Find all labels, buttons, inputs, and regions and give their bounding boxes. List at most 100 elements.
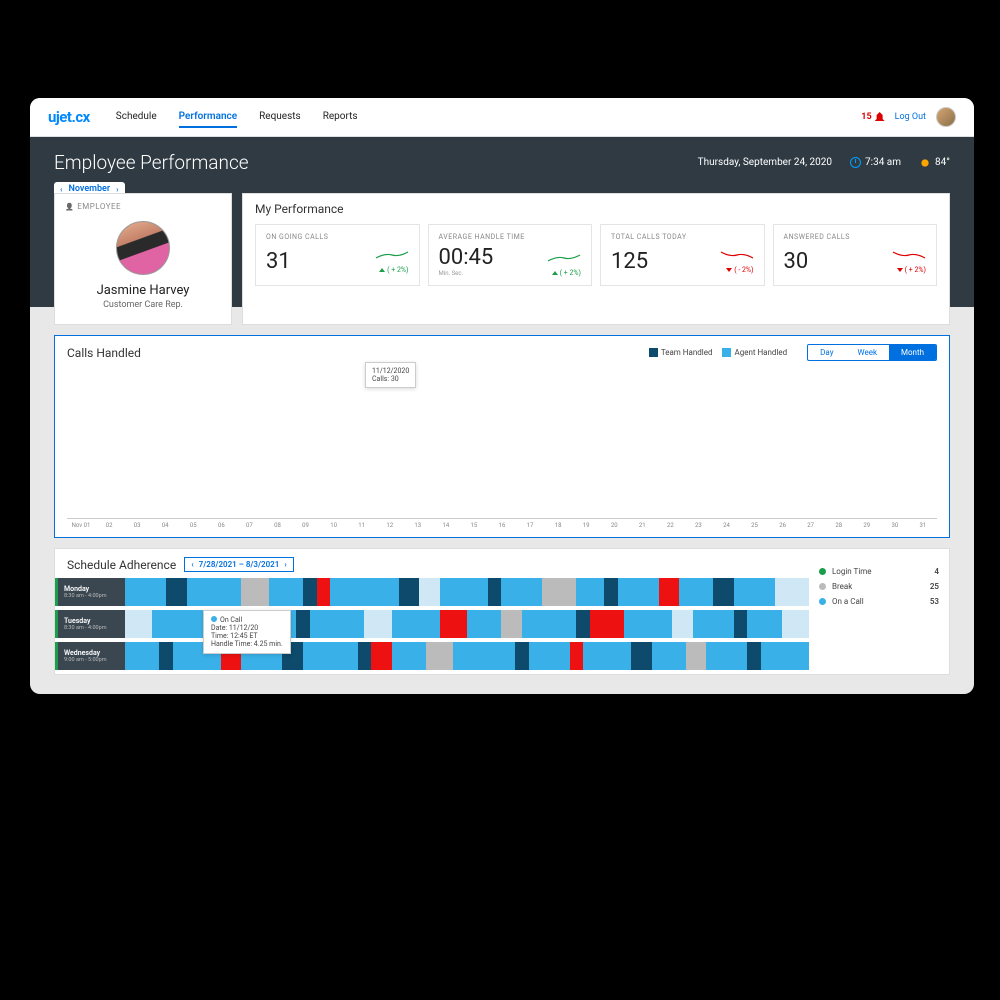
chart-tooltip: 11/12/2020 Calls: 30 [365, 362, 416, 388]
adherence-segment[interactable] [364, 610, 391, 638]
adherence-segment[interactable] [488, 578, 502, 606]
adherence-segment[interactable] [706, 642, 747, 670]
x-tick: 21 [628, 522, 656, 529]
adherence-segment[interactable] [187, 578, 242, 606]
legend-label: Break [832, 582, 852, 591]
adherence-segment[interactable] [734, 578, 775, 606]
adherence-segment[interactable] [590, 610, 624, 638]
adherence-segment[interactable] [576, 610, 590, 638]
adherence-segment[interactable] [542, 578, 576, 606]
adherence-segment[interactable] [624, 610, 672, 638]
sparkline-icon [892, 250, 926, 260]
adherence-segment[interactable] [583, 642, 631, 670]
adherence-segment[interactable] [782, 610, 809, 638]
nav-tab-requests[interactable]: Requests [259, 107, 301, 128]
adherence-segment[interactable] [296, 610, 310, 638]
adherence-segment[interactable] [159, 642, 173, 670]
adherence-segment[interactable] [604, 578, 618, 606]
x-tick: 02 [95, 522, 123, 529]
adherence-segment[interactable] [303, 642, 358, 670]
nav-tab-schedule[interactable]: Schedule [116, 107, 157, 128]
sparkline-icon [547, 253, 581, 263]
toggle-day[interactable]: Day [808, 345, 845, 360]
adherence-segment[interactable] [269, 578, 303, 606]
adherence-segment[interactable] [125, 578, 166, 606]
adherence-segment[interactable] [392, 610, 440, 638]
adherence-segment[interactable] [618, 578, 659, 606]
legend-row: Break 25 [819, 582, 939, 591]
employee-avatar[interactable] [116, 221, 170, 275]
logout-link[interactable]: Log Out [895, 112, 926, 122]
adherence-segment[interactable] [693, 610, 734, 638]
adherence-segment[interactable] [570, 642, 584, 670]
adherence-segment[interactable] [317, 578, 331, 606]
adherence-segment[interactable] [426, 642, 453, 670]
adherence-segment[interactable] [125, 610, 152, 638]
legend-dot-icon [819, 598, 826, 605]
adherence-segment[interactable] [358, 642, 372, 670]
adherence-segment[interactable] [747, 610, 781, 638]
adherence-row: Wednesday9:00 am - 5:00pm [55, 642, 809, 670]
adherence-segment[interactable] [310, 610, 365, 638]
adherence-segment[interactable] [303, 578, 317, 606]
x-tick: 29 [853, 522, 881, 529]
kpi-delta: ( + 2%) [375, 266, 409, 274]
x-tick: 15 [460, 522, 488, 529]
adherence-segment[interactable] [371, 642, 392, 670]
adherence-segment[interactable] [659, 578, 680, 606]
adherence-segment[interactable] [392, 642, 426, 670]
chevron-left-icon: ‹ [191, 560, 193, 569]
legend-swatch-team [649, 348, 658, 357]
adherence-date-picker[interactable]: ‹ 7/28/2021 – 8/3/2021 › [184, 557, 294, 572]
x-tick: 31 [909, 522, 937, 529]
adherence-segment[interactable] [761, 642, 809, 670]
nav-tab-reports[interactable]: Reports [323, 107, 358, 128]
adherence-segment[interactable] [631, 642, 652, 670]
adherence-day-label: Tuesday8:30 am - 4:00pm [55, 610, 125, 638]
adherence-segment[interactable] [241, 578, 268, 606]
kpi-label: ON GOING CALLS [266, 233, 409, 241]
user-avatar[interactable] [936, 107, 956, 127]
x-tick: 14 [432, 522, 460, 529]
bar-chart[interactable] [67, 369, 937, 519]
adherence-segment[interactable] [467, 610, 501, 638]
adherence-segment[interactable] [166, 578, 187, 606]
adherence-segment[interactable] [747, 642, 761, 670]
adherence-segment[interactable] [522, 610, 577, 638]
adherence-segment[interactable] [440, 610, 467, 638]
notification-badge[interactable]: 15 [861, 112, 884, 122]
adherence-segment[interactable] [515, 642, 529, 670]
adherence-segment[interactable] [501, 578, 542, 606]
header-temp: 84° [935, 157, 950, 168]
adherence-segment[interactable] [453, 642, 515, 670]
toggle-month[interactable]: Month [889, 345, 936, 360]
kpi-delta: ( + 2%) [892, 266, 926, 274]
adherence-segment[interactable] [734, 610, 748, 638]
adherence-segment[interactable] [576, 578, 603, 606]
adherence-track[interactable] [125, 578, 809, 606]
nav-tab-performance[interactable]: Performance [179, 107, 237, 128]
adherence-segment[interactable] [713, 578, 734, 606]
adherence-segment[interactable] [440, 578, 488, 606]
x-tick: 05 [179, 522, 207, 529]
x-tick: 11 [348, 522, 376, 529]
kpi-card: TOTAL CALLS TODAY 125 ( - 2%) [600, 224, 765, 286]
x-tick: 12 [376, 522, 404, 529]
adherence-segment[interactable] [399, 578, 420, 606]
adherence-segment[interactable] [501, 610, 522, 638]
toggle-week[interactable]: Week [845, 345, 889, 360]
adherence-segment[interactable] [672, 610, 693, 638]
adherence-segment[interactable] [330, 578, 398, 606]
kpi-label: TOTAL CALLS TODAY [611, 233, 754, 241]
x-tick: 25 [741, 522, 769, 529]
adherence-segment[interactable] [652, 642, 686, 670]
adherence-segment[interactable] [125, 642, 159, 670]
adherence-segment[interactable] [775, 578, 809, 606]
x-tick: 24 [712, 522, 740, 529]
adherence-segment[interactable] [679, 578, 713, 606]
adherence-segment[interactable] [419, 578, 440, 606]
adherence-segment[interactable] [686, 642, 707, 670]
x-tick: 10 [320, 522, 348, 529]
adherence-segment[interactable] [529, 642, 570, 670]
content-area: EMPLOYEE Jasmine Harvey Customer Care Re… [54, 193, 950, 675]
